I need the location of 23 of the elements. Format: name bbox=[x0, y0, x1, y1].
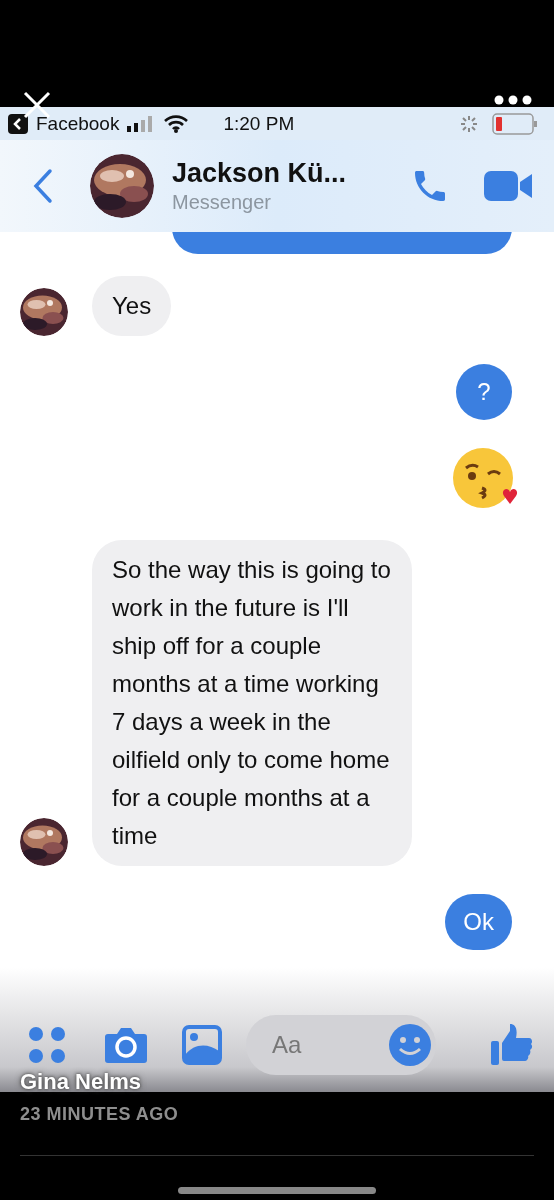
message-bubble: So the way this is going to work in the future is I'll ship off for a couple months at a time working 7 days a week in the oilfield only to come home for a couple months at a time bbox=[92, 540, 412, 866]
message-bubble: Ok bbox=[445, 894, 512, 950]
more-icon[interactable] bbox=[494, 95, 532, 105]
image-icon[interactable] bbox=[182, 1025, 222, 1065]
wifi-icon bbox=[163, 114, 190, 133]
camera-icon[interactable] bbox=[104, 1026, 148, 1064]
battery-icon bbox=[492, 112, 538, 135]
back-app-icon[interactable] bbox=[8, 113, 28, 134]
loading-icon bbox=[460, 114, 478, 133]
thumbs-up-icon[interactable] bbox=[490, 1023, 534, 1067]
message-bubble: ? bbox=[456, 364, 512, 420]
back-app-label[interactable]: Facebook bbox=[36, 112, 120, 135]
message-bubble: Yes bbox=[92, 276, 172, 336]
clock-time: 1:20 PM bbox=[223, 112, 295, 135]
story-author: Gina Nelms bbox=[20, 1069, 142, 1095]
contact-subtitle: Messenger bbox=[172, 191, 272, 214]
kiss-emoji-icon bbox=[452, 446, 518, 510]
story-time: 23 MINUTES AGO bbox=[20, 1104, 180, 1125]
back-icon[interactable] bbox=[32, 168, 54, 204]
video-camera-icon[interactable] bbox=[484, 169, 534, 203]
apps-icon[interactable] bbox=[28, 1026, 66, 1064]
emoji-icon[interactable] bbox=[388, 1023, 432, 1067]
contact-name: Jackson Kü... bbox=[172, 158, 347, 189]
